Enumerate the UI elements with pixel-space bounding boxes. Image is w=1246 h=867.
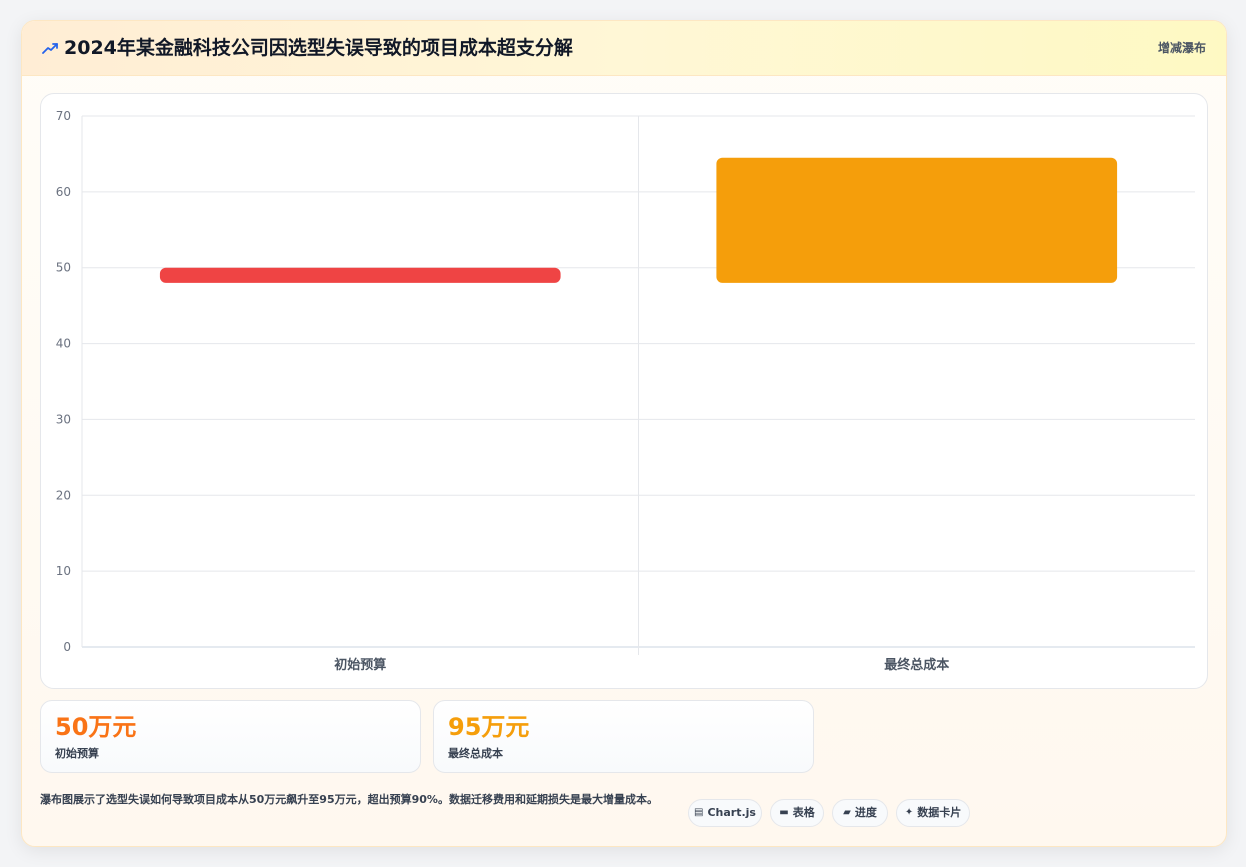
y-tick-label: 70 <box>56 109 71 123</box>
chip-data-cards[interactable]: ✦ 数据卡片 <box>896 799 970 827</box>
page-title: 2024年某金融科技公司因选型失误导致的项目成本超支分解 <box>64 37 573 59</box>
waterfall-bar[interactable] <box>716 157 1118 283</box>
chip-label: 进度 <box>854 806 877 819</box>
card-header: 2024年某金融科技公司因选型失误导致的项目成本超支分解 增减瀑布 <box>22 21 1226 76</box>
x-tick-label: 最终总成本 <box>884 657 949 673</box>
stat-card-final-cost: 95万元 最终总成本 <box>433 700 814 773</box>
chip-table[interactable]: ▬ 表格 <box>770 799 824 827</box>
y-tick-label: 40 <box>56 337 71 351</box>
waterfall-chart: 0 10 20 30 40 50 60 70 初始预算 最终总成本 <box>56 109 1195 673</box>
sparkle-icon: ✦ <box>904 807 914 818</box>
stat-label: 最终总成本 <box>448 747 503 760</box>
stat-value: 50万元 <box>55 713 137 741</box>
chip-chartjs[interactable]: ▤ Chart.js <box>688 799 762 827</box>
y-tick-label: 50 <box>56 261 71 275</box>
chart-panel: 0 10 20 30 40 50 60 70 初始预算 最终总成本 <box>40 93 1208 689</box>
y-tick-label: 60 <box>56 185 71 199</box>
chart-icon: ▤ <box>694 807 704 818</box>
table-icon: ▬ <box>779 807 789 818</box>
waterfall-bar[interactable] <box>159 267 561 283</box>
y-tick-label: 30 <box>56 412 71 426</box>
y-tick-label: 20 <box>56 488 71 502</box>
stat-label: 初始预算 <box>55 747 99 760</box>
x-axis-ticks: 初始预算 最终总成本 <box>334 657 949 673</box>
y-tick-label: 10 <box>56 564 71 578</box>
y-tick-label: 0 <box>63 640 71 654</box>
stat-value: 95万元 <box>448 713 530 741</box>
progress-icon: ▰ <box>843 807 851 818</box>
chip-label: 表格 <box>792 806 815 819</box>
chip-progress[interactable]: ▰ 进度 <box>832 799 888 827</box>
chip-label: 数据卡片 <box>917 806 962 819</box>
y-axis-ticks: 0 10 20 30 40 50 60 70 <box>56 109 71 654</box>
chart-bolt-icon <box>42 43 58 54</box>
chip-label: Chart.js <box>707 806 756 819</box>
chart-card: 2024年某金融科技公司因选型失误导致的项目成本超支分解 增减瀑布 0 10 20 3… <box>21 20 1227 847</box>
stat-card-initial-budget: 50万元 初始预算 <box>40 700 421 773</box>
x-tick-label: 初始预算 <box>334 657 386 673</box>
chart-type-label[interactable]: 增减瀑布 <box>1158 39 1206 57</box>
chart-description: 瀑布图展示了选型失误如何导致项目成本从50万元飙升至95万元，超出预算90%。数… <box>40 793 658 806</box>
